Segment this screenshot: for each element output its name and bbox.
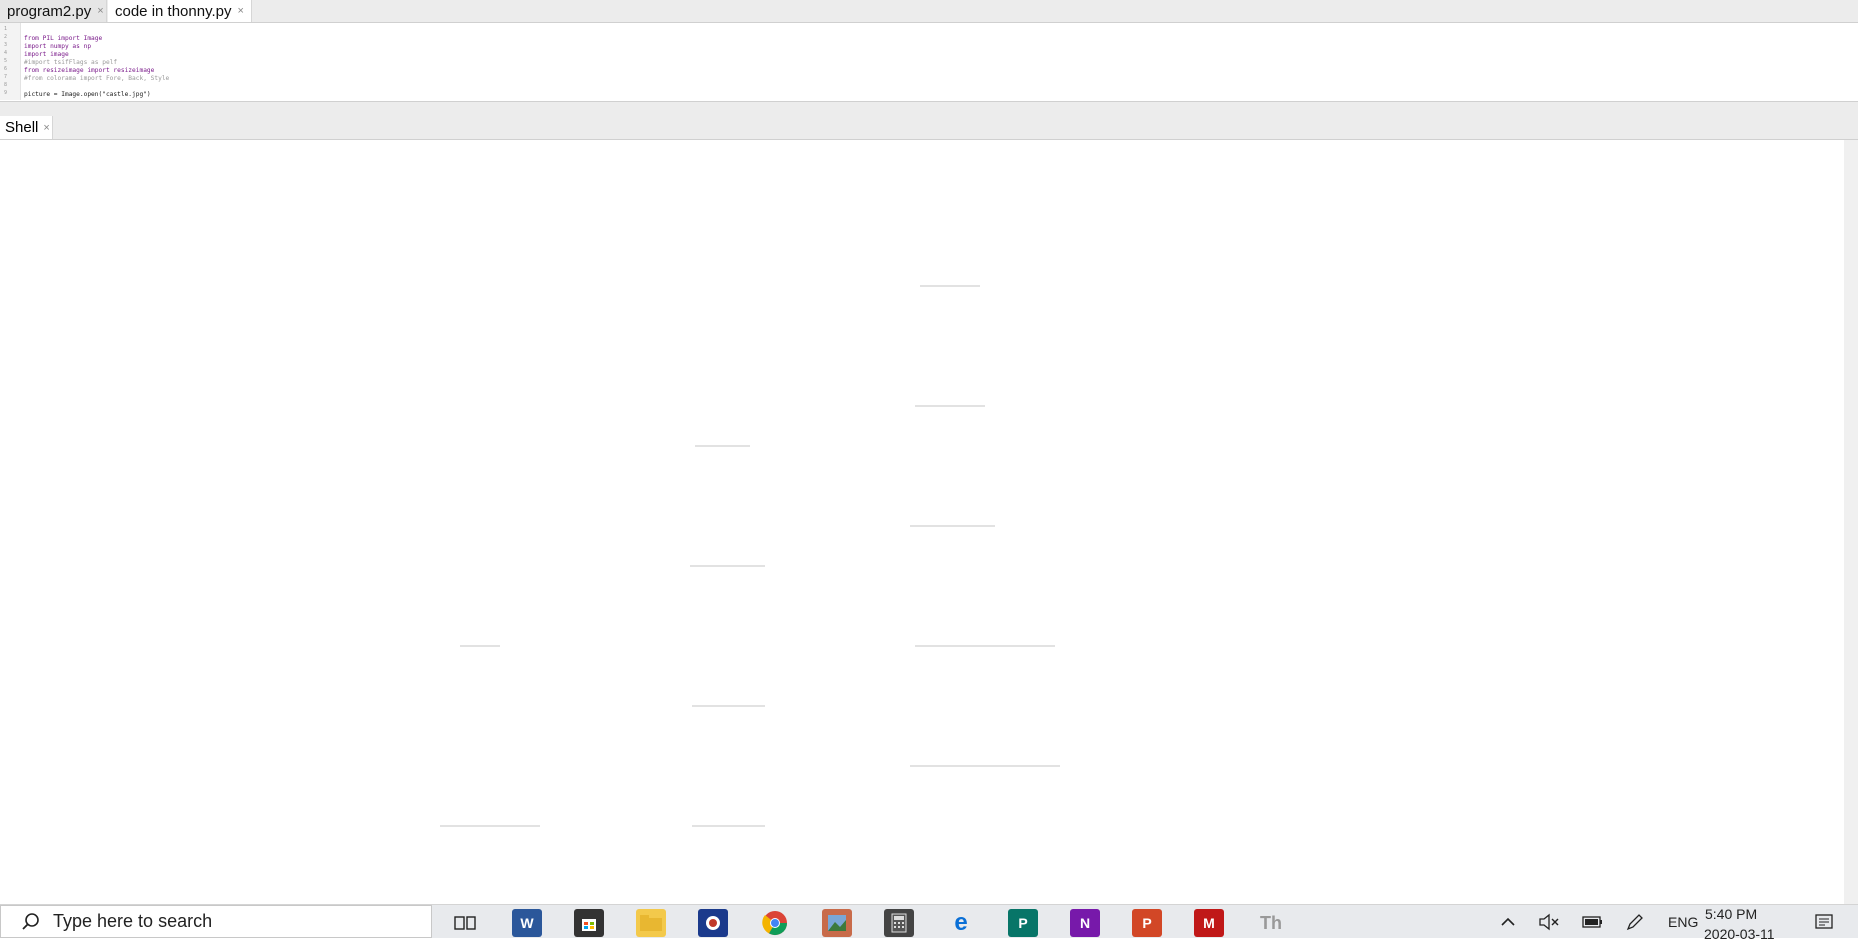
photos-icon[interactable] [822,909,852,937]
pane-splitter[interactable] [0,101,1858,117]
clock-time[interactable]: 5:40 PM [1705,906,1757,922]
code-line: import image [24,51,69,58]
search-icon [22,912,39,930]
line-number: 9 [4,90,8,96]
chrome-icon[interactable] [760,909,790,937]
battery-icon[interactable] [1582,905,1604,938]
tab-code-in-thonny[interactable]: code in thonny.py × [108,0,252,22]
code-line: #from colorama import Fore, Back, Style [24,75,170,82]
shell-scrollbar[interactable] [1844,140,1858,904]
line-number: 6 [4,66,8,72]
thonny-icon[interactable]: Th [1256,909,1286,937]
onenote-icon[interactable]: N [1070,909,1100,937]
line-number: 2 [4,34,8,40]
tab-label: code in thonny.py [115,2,232,20]
task-view-icon[interactable] [450,909,480,937]
shell-output[interactable] [0,140,1858,904]
close-icon[interactable]: × [97,5,103,17]
code-line: from resizeimage import resizeimage [24,67,155,74]
code-line: picture = Image.open("castle.jpg") [24,91,151,98]
taskbar-search-box[interactable]: Type here to search [0,905,432,938]
tab-label: Shell [5,119,39,136]
clock-date[interactable]: 2020-03-11 [1704,926,1775,942]
volume-muted-icon[interactable] [1538,905,1560,938]
publisher-icon[interactable]: P [1008,909,1038,937]
windows-taskbar: Type here to search W e P N P M Th ENG 5… [0,904,1858,942]
file-explorer-icon[interactable] [636,909,666,937]
show-hidden-icons-chevron-icon[interactable] [1500,905,1516,938]
powerpoint-icon[interactable]: P [1132,909,1162,937]
word-icon[interactable]: W [512,909,542,937]
line-number: 5 [4,58,8,64]
code-line: import numpy as np [24,43,92,50]
line-number: 3 [4,42,8,48]
code-editor[interactable]: 1 2 3 4 5 6 7 8 9 from PIL import Image … [0,23,1858,100]
store-icon[interactable] [574,909,604,937]
close-icon[interactable]: × [237,5,243,17]
ascii-art-output [20,146,1590,904]
close-icon[interactable]: × [43,122,49,134]
castle-silhouette [395,206,1165,904]
line-number: 8 [4,82,8,88]
tab-program2[interactable]: program2.py × [0,0,107,22]
line-number-gutter: 1 2 3 4 5 6 7 8 9 [0,23,21,100]
language-indicator[interactable]: ENG [1668,905,1698,938]
tab-shell[interactable]: Shell × [0,116,53,139]
calculator-icon[interactable] [884,909,914,937]
notifications-icon[interactable] [1815,905,1833,938]
code-line: #import tsifFlags as pelf [24,59,118,66]
pen-icon[interactable] [1625,905,1645,938]
line-number: 7 [4,74,8,80]
edge-icon[interactable]: e [946,909,976,937]
shell-tab-bar: Shell × [0,116,1858,140]
tab-label: program2.py [7,2,92,20]
mcafee-icon[interactable]: M [1194,909,1224,937]
line-number: 4 [4,50,8,56]
code-line: from PIL import Image [24,35,103,42]
line-number: 1 [4,26,8,32]
editor-tab-bar: program2.py × code in thonny.py × [0,0,1858,23]
app-blue-icon[interactable] [698,909,728,937]
search-placeholder: Type here to search [53,911,213,931]
